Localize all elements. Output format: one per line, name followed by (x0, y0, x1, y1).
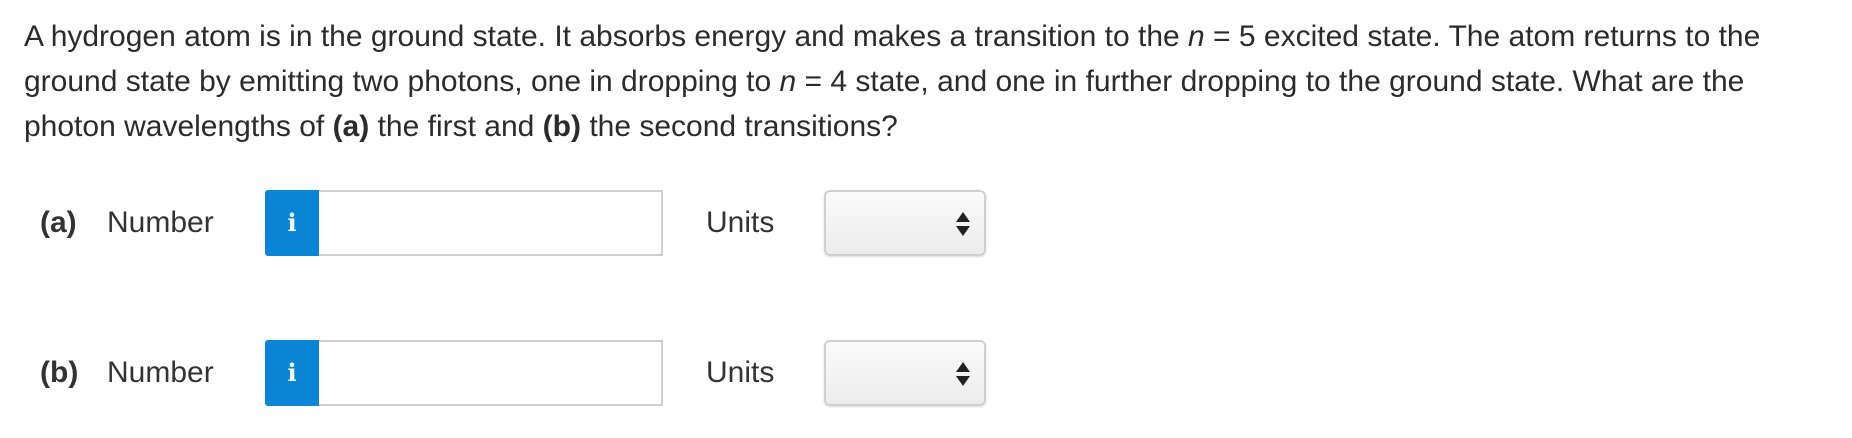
variable-n: n (1188, 20, 1205, 53)
units-select-b[interactable] (824, 340, 986, 406)
number-input-b[interactable] (319, 340, 663, 406)
number-label-b: Number (107, 356, 214, 389)
units-label-a: Units (706, 206, 775, 239)
number-label-a: Number (107, 206, 214, 239)
part-a-ref: (a) (332, 110, 370, 143)
question-segment: the first and (369, 110, 543, 143)
info-icon[interactable]: i (265, 190, 319, 256)
part-label-b: (b) (40, 356, 79, 389)
answer-row-b: (b) Number i Units (0, 340, 1852, 406)
question-text: A hydrogen atom is in the ground state. … (24, 14, 1834, 149)
units-select-a[interactable] (824, 190, 986, 256)
number-input-a[interactable] (319, 190, 663, 256)
question-segment: the second transitions? (580, 110, 898, 143)
part-label-a: (a) (40, 206, 77, 239)
answer-row-a: (a) Number i Units (0, 190, 1852, 256)
info-icon[interactable]: i (265, 340, 319, 406)
sort-arrows-icon (956, 212, 970, 238)
question-segment: A hydrogen atom is in the ground state. … (24, 20, 1189, 53)
variable-n: n (779, 65, 797, 98)
sort-arrows-icon (956, 362, 970, 388)
units-label-b: Units (706, 356, 775, 389)
part-b-ref: (b) (542, 110, 581, 143)
